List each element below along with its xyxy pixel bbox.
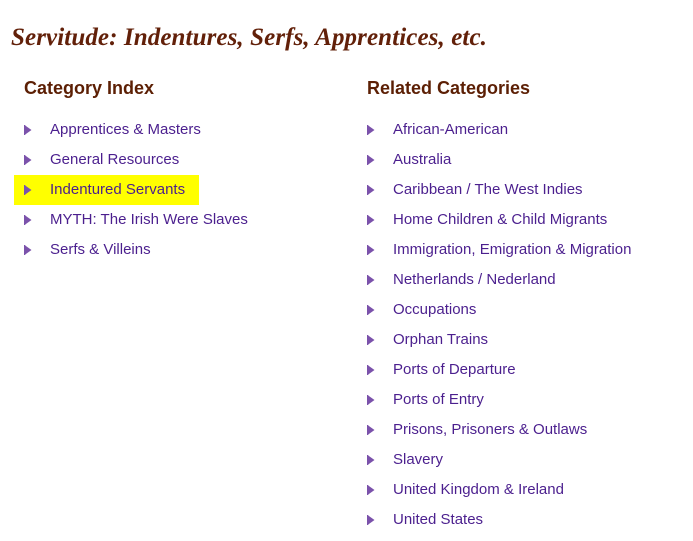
chevron-right-icon bbox=[24, 185, 33, 196]
category-item[interactable]: Netherlands / Nederland bbox=[357, 265, 631, 295]
category-link[interactable]: Australia bbox=[393, 151, 451, 168]
category-link[interactable]: Occupations bbox=[393, 301, 476, 318]
chevron-right-icon bbox=[367, 425, 376, 436]
chevron-right-icon bbox=[367, 515, 376, 526]
category-link[interactable]: Immigration, Emigration & Migration bbox=[393, 241, 631, 258]
category-link[interactable]: Serfs & Villeins bbox=[50, 241, 151, 258]
category-link[interactable]: Home Children & Child Migrants bbox=[393, 211, 607, 228]
related-categories-heading: Related Categories bbox=[367, 77, 531, 98]
chevron-right-icon bbox=[24, 155, 33, 166]
chevron-right-icon bbox=[367, 245, 376, 256]
category-link[interactable]: Netherlands / Nederland bbox=[393, 271, 556, 288]
category-link[interactable]: Prisons, Prisoners & Outlaws bbox=[393, 421, 587, 438]
chevron-right-icon bbox=[24, 125, 33, 136]
category-item[interactable]: Caribbean / The West Indies bbox=[357, 175, 631, 205]
category-link[interactable]: Apprentices & Masters bbox=[50, 121, 201, 138]
category-item[interactable]: Slavery bbox=[357, 445, 631, 475]
category-item[interactable]: Serfs & Villeins bbox=[14, 235, 248, 265]
category-link[interactable]: Indentured Servants bbox=[50, 181, 185, 198]
chevron-right-icon bbox=[367, 305, 376, 316]
chevron-right-icon bbox=[367, 215, 376, 226]
category-item[interactable]: General Resources bbox=[14, 145, 248, 175]
category-item[interactable]: Ports of Entry bbox=[357, 385, 631, 415]
chevron-right-icon bbox=[367, 125, 376, 136]
chevron-right-icon bbox=[367, 185, 376, 196]
page-root: Servitude: Indentures, Serfs, Apprentice… bbox=[0, 0, 693, 541]
category-item[interactable]: Immigration, Emigration & Migration bbox=[357, 235, 631, 265]
category-item[interactable]: Prisons, Prisoners & Outlaws bbox=[357, 415, 631, 445]
page-title: Servitude: Indentures, Serfs, Apprentice… bbox=[11, 23, 487, 51]
category-link[interactable]: United Kingdom & Ireland bbox=[393, 481, 564, 498]
category-link[interactable]: Ports of Entry bbox=[393, 391, 484, 408]
category-link[interactable]: United States bbox=[393, 511, 483, 528]
category-link[interactable]: Ports of Departure bbox=[393, 361, 516, 378]
category-link[interactable]: MYTH: The Irish Were Slaves bbox=[50, 211, 248, 228]
chevron-right-icon bbox=[367, 335, 376, 346]
chevron-right-icon bbox=[367, 155, 376, 166]
chevron-right-icon bbox=[24, 245, 33, 256]
category-link[interactable]: Slavery bbox=[393, 451, 443, 468]
category-link[interactable]: Caribbean / The West Indies bbox=[393, 181, 583, 198]
category-link[interactable]: General Resources bbox=[50, 151, 179, 168]
category-item[interactable]: Apprentices & Masters bbox=[14, 115, 248, 145]
category-item[interactable]: United States bbox=[357, 505, 631, 535]
chevron-right-icon bbox=[367, 455, 376, 466]
category-item[interactable]: Ports of Departure bbox=[357, 355, 631, 385]
category-link[interactable]: African-American bbox=[393, 121, 508, 138]
chevron-right-icon bbox=[367, 485, 376, 496]
category-item[interactable]: United Kingdom & Ireland bbox=[357, 475, 631, 505]
category-item[interactable]: Home Children & Child Migrants bbox=[357, 205, 631, 235]
category-item[interactable]: African-American bbox=[357, 115, 631, 145]
related-categories-list: African-American Australia Caribbean / The… bbox=[357, 115, 631, 535]
category-item[interactable]: Australia bbox=[357, 145, 631, 175]
category-index-list: Apprentices & Masters General Resources In… bbox=[14, 115, 248, 265]
category-link[interactable]: Orphan Trains bbox=[393, 331, 488, 348]
category-item-highlighted[interactable]: Indentured Servants bbox=[14, 175, 200, 205]
chevron-right-icon bbox=[367, 275, 376, 286]
chevron-right-icon bbox=[24, 215, 33, 226]
category-item[interactable]: MYTH: The Irish Were Slaves bbox=[14, 205, 248, 235]
category-index-heading: Category Index bbox=[24, 77, 155, 98]
category-item[interactable]: Orphan Trains bbox=[357, 325, 631, 355]
category-item[interactable]: Occupations bbox=[357, 295, 631, 325]
chevron-right-icon bbox=[367, 365, 376, 376]
chevron-right-icon bbox=[367, 395, 376, 406]
